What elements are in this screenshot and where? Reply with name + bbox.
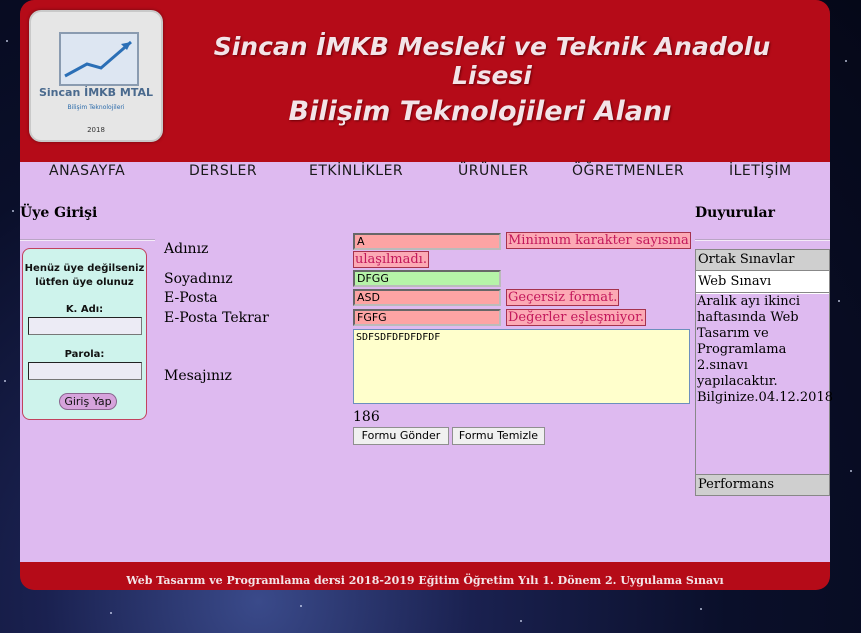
- announcements-heading: Duyurular: [695, 205, 775, 221]
- username-label: K. Adı:: [65, 304, 104, 315]
- divider: [695, 239, 830, 241]
- tab-ortak-sinavlar[interactable]: Ortak Sınavlar: [696, 250, 829, 271]
- monitor-icon: [59, 32, 139, 86]
- message-textarea[interactable]: SDFSDFDFDFDFDF: [353, 329, 690, 404]
- divider: [20, 239, 155, 241]
- login-note-line2: lütfen üye olunuz: [35, 277, 134, 288]
- star: [110, 612, 112, 614]
- page-frame: Sincan İMKB MTAL Bilişim Teknolojileri 2…: [20, 0, 833, 590]
- surname-input[interactable]: DFGG: [353, 270, 501, 287]
- announcements-panel: Ortak Sınavlar Web Sınavı Aralık ayı iki…: [695, 249, 833, 496]
- email-error: Geçersiz format.: [506, 289, 620, 306]
- login-note-line1: Henüz üye değilseniz: [24, 263, 145, 274]
- nav-item-iletisim[interactable]: İLETİŞİM: [729, 163, 792, 179]
- email-repeat-input[interactable]: FGFG: [353, 309, 501, 326]
- logo-name: Sincan İMKB MTAL: [38, 86, 154, 99]
- star: [700, 608, 702, 610]
- school-logo: Sincan İMKB MTAL Bilişim Teknolojileri 2…: [29, 10, 163, 142]
- nav-item-dersler[interactable]: DERSLER: [189, 163, 257, 179]
- star: [845, 60, 847, 62]
- star: [520, 620, 522, 622]
- nav-item-etkinlikler[interactable]: ETKİNLİKLER: [309, 163, 403, 179]
- logo-year: 2018: [87, 126, 105, 134]
- name-error-cont: ulaşılmadı.: [353, 251, 429, 268]
- name-label: Adınız: [164, 241, 209, 257]
- surname-label: Soyadınız: [164, 271, 233, 287]
- password-label: Parola:: [64, 349, 105, 360]
- nav-item-ogretmenler[interactable]: ÖĞRETMENLER: [572, 163, 684, 179]
- star: [6, 40, 8, 42]
- message-label: Mesajınız: [164, 368, 232, 384]
- login-button[interactable]: Giriş Yap: [59, 393, 117, 410]
- email-repeat-label: E-Posta Tekrar: [164, 310, 269, 326]
- email-input[interactable]: ASD: [353, 289, 501, 306]
- submit-button[interactable]: Formu Gönder: [353, 427, 449, 445]
- site-title: Sincan İMKB Mesleki ve Teknik Anadolu Li…: [213, 32, 771, 90]
- login-box: Henüz üye değilseniz lütfen üye olunuz K…: [22, 248, 147, 420]
- star: [300, 605, 302, 607]
- main-nav: ANASAYFA DERSLER ETKİNLİKLER ÜRÜNLER ÖĞR…: [20, 162, 830, 182]
- nav-item-urunler[interactable]: ÜRÜNLER: [458, 163, 529, 179]
- email-repeat-error: Değerler eşleşmiyor.: [506, 309, 647, 326]
- growth-arrow-icon: [64, 40, 132, 78]
- clear-button[interactable]: Formu Temizle: [452, 427, 545, 445]
- nav-item-anasayfa[interactable]: ANASAYFA: [49, 163, 125, 179]
- login-heading: Üye Girişi: [20, 205, 98, 221]
- footer-text: Web Tasarım ve Programlama dersi 2018-20…: [126, 574, 724, 587]
- logo-tagline: Bilişim Teknolojileri: [67, 104, 125, 111]
- name-error: Minimum karakter sayısına: [506, 232, 691, 249]
- star: [850, 470, 852, 472]
- star: [4, 380, 6, 382]
- password-input[interactable]: [28, 362, 142, 380]
- username-input[interactable]: [28, 317, 142, 335]
- header: Sincan İMKB MTAL Bilişim Teknolojileri 2…: [20, 0, 830, 162]
- footer: Web Tasarım ve Programlama dersi 2018-20…: [20, 562, 830, 590]
- char-counter: 186: [353, 409, 380, 425]
- site-subtitle: Bilişim Teknolojileri Alanı: [288, 96, 672, 127]
- star: [12, 210, 14, 212]
- name-input[interactable]: A: [353, 233, 501, 250]
- star: [838, 300, 840, 302]
- announcement-text: Aralık ayı ikinci haftasında Web Tasarım…: [696, 294, 833, 474]
- tab-performans[interactable]: Performans: [696, 474, 829, 495]
- email-label: E-Posta: [164, 290, 218, 306]
- content-area: ANASAYFA DERSLER ETKİNLİKLER ÜRÜNLER ÖĞR…: [20, 162, 833, 562]
- tab-web-sinavi[interactable]: Web Sınavı: [696, 272, 829, 293]
